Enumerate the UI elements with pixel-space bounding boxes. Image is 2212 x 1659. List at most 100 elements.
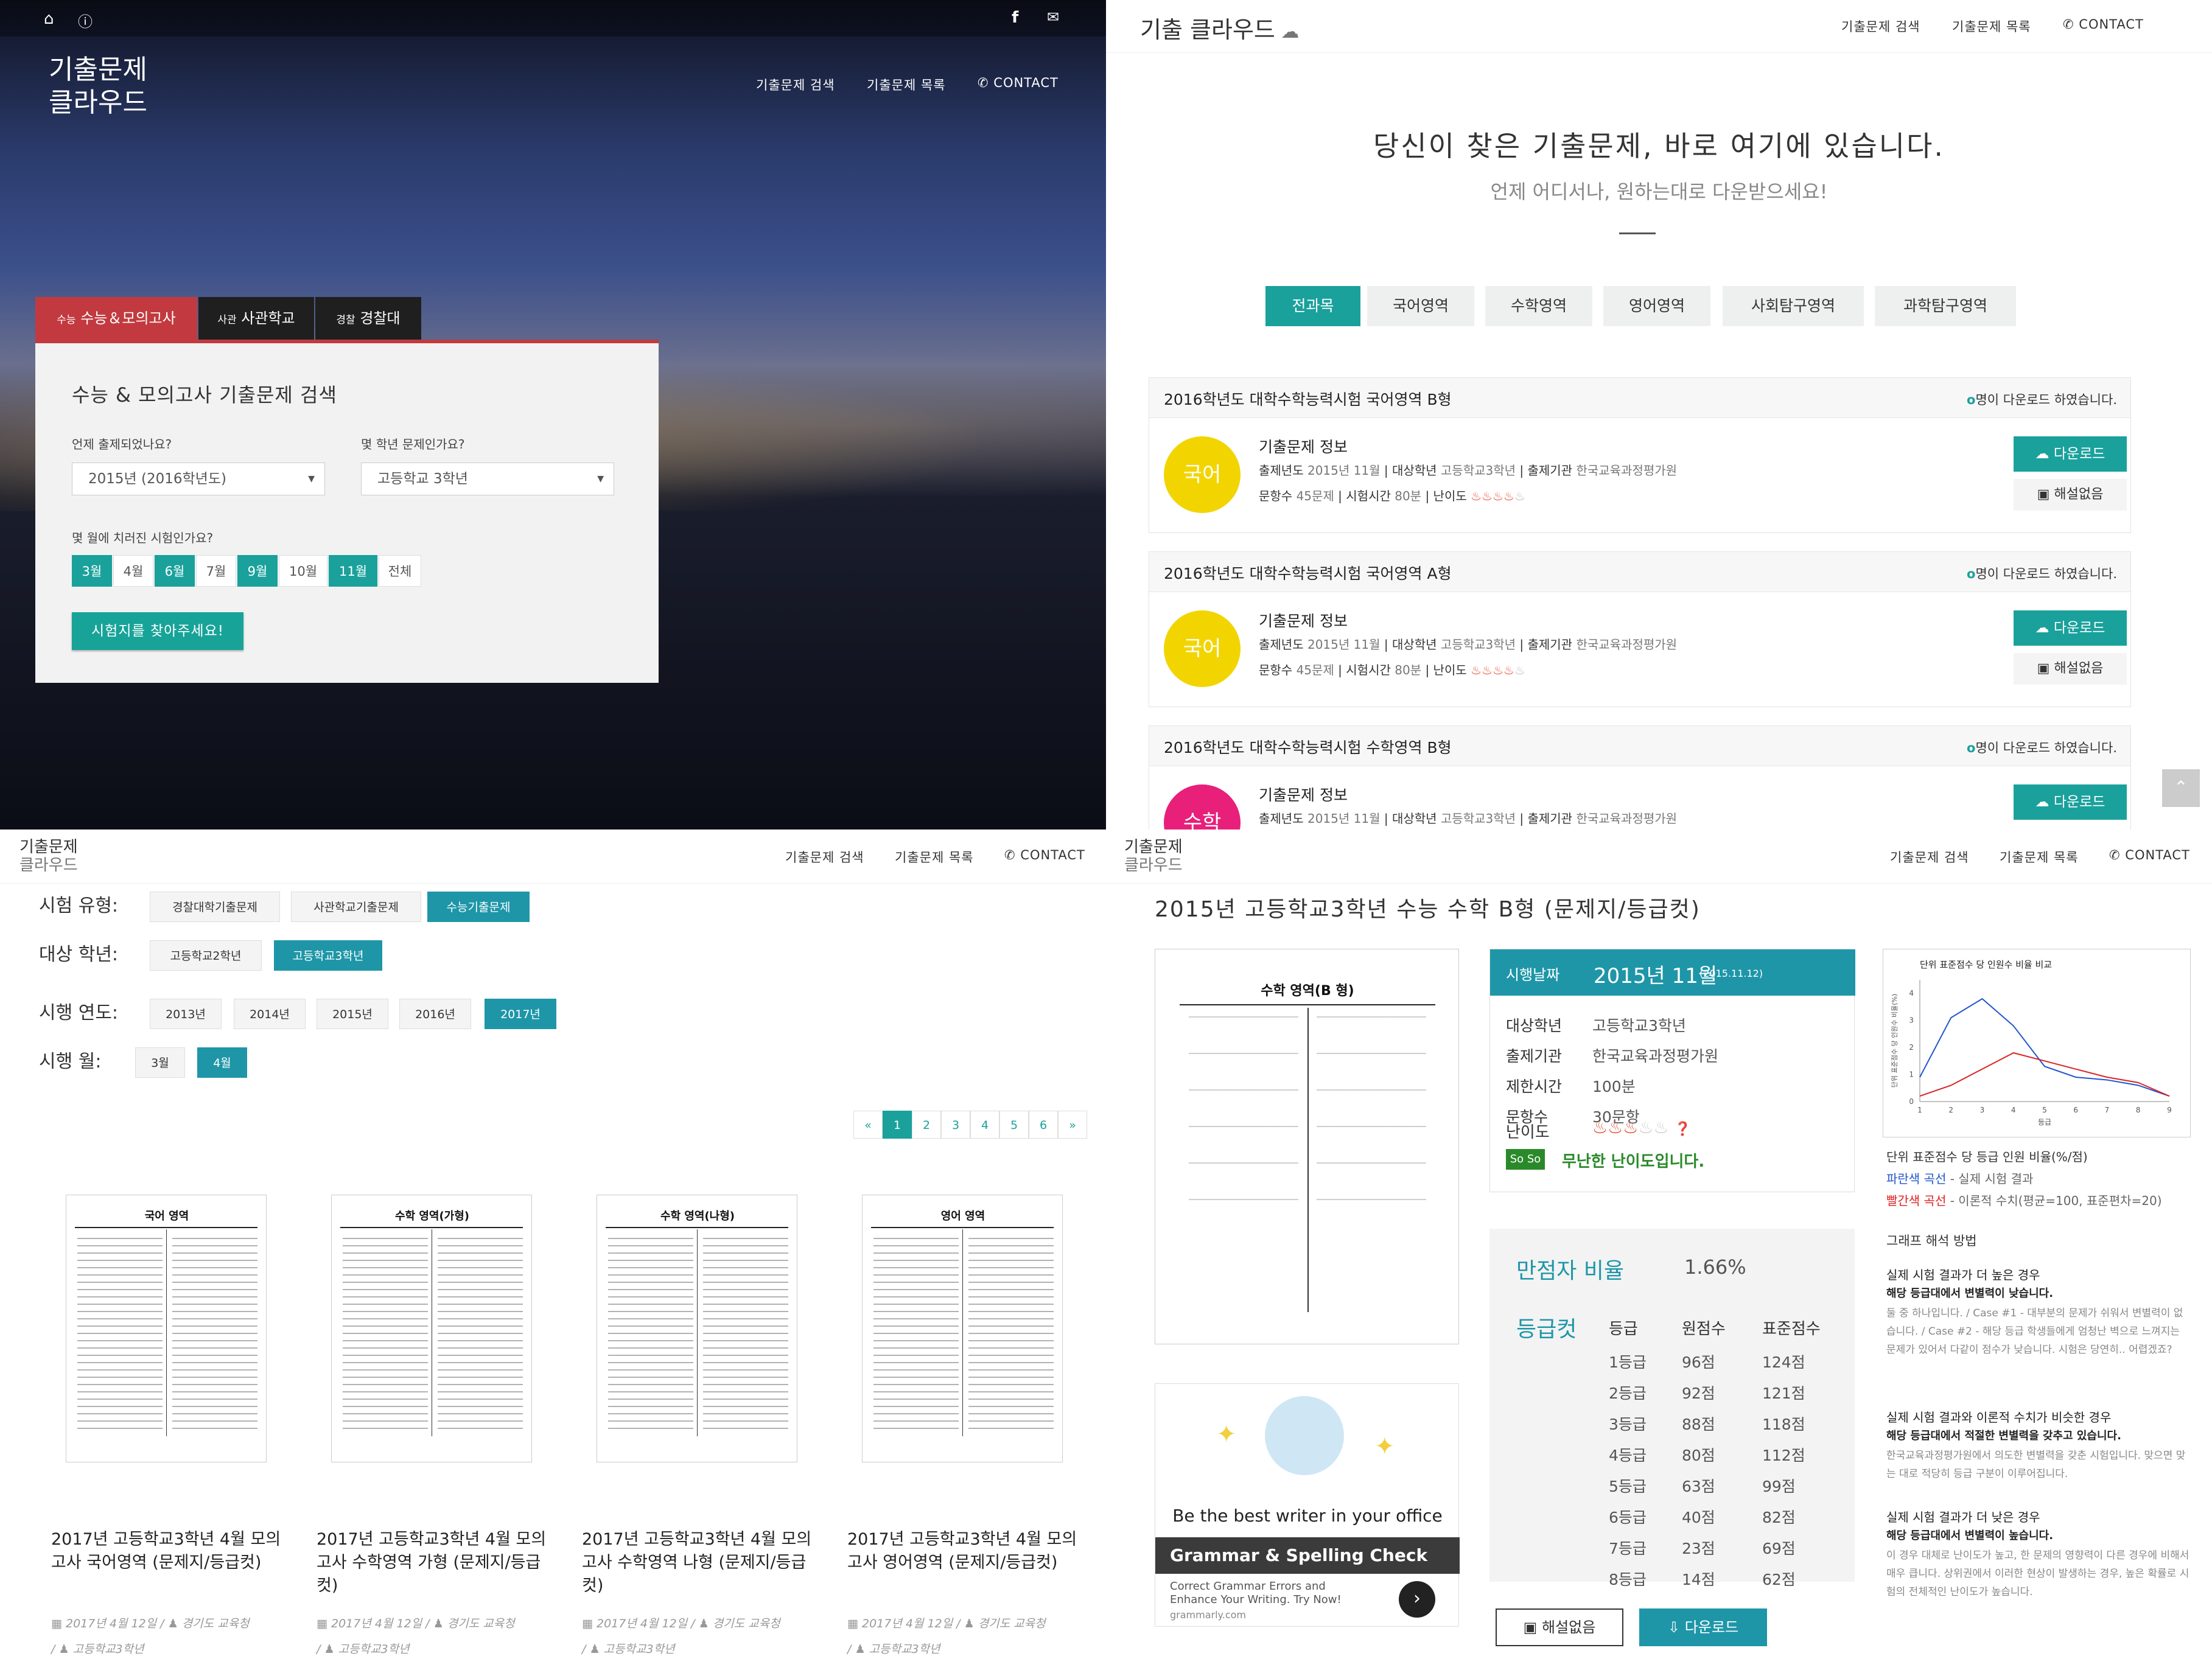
month-button[interactable]: 10월 [279,555,327,587]
filter-option[interactable]: 2013년 [150,999,222,1029]
category-tab[interactable]: 과학탐구영역 [1875,286,2016,326]
home-icon[interactable]: ⌂ [44,10,54,28]
category-tab[interactable]: 영어영역 [1603,286,1710,326]
exam-title[interactable]: 2017년 고등학교3학년 4월 모의고사 수학영역 가형 (문제지/등급컷) [317,1528,557,1598]
nav-list[interactable]: 기출문제 목록 [2000,848,2079,866]
page-link[interactable]: 2 [912,1111,941,1139]
category-tab[interactable]: 사회탐구영역 [1723,286,1864,326]
nav-contact[interactable]: ✆ CONTACT [978,75,1059,90]
exam-title[interactable]: 2017년 고등학교3학년 4월 모의고사 국어영역 (문제지/등급컷) [51,1528,292,1574]
month-button[interactable]: 9월 [237,555,278,587]
solution-button[interactable]: ▣ 해설없음 [1496,1608,1623,1646]
month-button[interactable]: 4월 [113,555,153,587]
card-title[interactable]: 2016학년도 대학수학능력시험 국어영역 A형 [1164,562,1452,584]
solution-button[interactable]: ▣ 해설없음 [2014,479,2127,511]
line-chart: 단위 표준점수 당 인원수 비율 비교1 2 3 4 5 6 7 8 901234등급단위 표준… [1891,959,2172,1126]
year-select[interactable]: 2015년 (2016학년도) ▼ [72,463,325,495]
page-link[interactable]: 5 [999,1111,1029,1139]
nav-list[interactable]: 기출문제 목록 [895,848,974,866]
search-button[interactable]: 시험지를 찾아주세요! [72,612,243,650]
filter-option[interactable]: 고등학교2학년 [150,940,262,971]
logo[interactable]: 기출문제 클라우드 [19,838,78,875]
nav-list[interactable]: 기출문제 목록 [867,75,946,94]
category-tab[interactable]: 전과목 [1265,286,1360,326]
nav-contact[interactable]: ✆ CONTACT [2063,17,2144,32]
download-button[interactable]: ☁ 다운로드 [2014,610,2127,646]
category-tab[interactable]: 국어영역 [1367,286,1474,326]
tab-police[interactable]: 경찰 경찰대 [315,297,421,340]
download-button[interactable]: ☁ 다운로드 [2014,436,2127,472]
info-value: 한국교육과정평가원 [1576,637,1678,652]
cut-cell: 4등급 [1609,1447,1647,1464]
info-icon[interactable]: ⓘ [78,10,93,31]
search-panel: 수능 & 모의고사 기출문제 검색 언제 출제되었나요? 몇 학년 문제인가요?… [35,340,659,683]
thumbnail-doc-title: 영어 영역 [940,1210,985,1223]
tab-sagwan[interactable]: 사관 사관학교 [198,297,314,340]
month-button[interactable]: 11월 [329,555,377,587]
info-box: 시행날짜 2015년 11월 (2015.11.12) 대상학년 고등학교3학년 출… [1489,949,1855,1192]
page-link[interactable]: 1 [883,1111,912,1139]
exam-thumbnail[interactable]: 수학 영역(나형) [597,1195,797,1462]
tab-police-label: 경찰대 [360,310,401,327]
logo[interactable]: 기출문제 클라우드 [1124,838,1183,875]
subject-badge: 수학 [1164,784,1241,830]
logo[interactable]: 기출문제 클라우드 [49,54,147,119]
scroll-top-icon[interactable]: ⌃ [2162,769,2200,807]
filter-option[interactable]: 수능기출문제 [427,892,530,922]
ad-arrow-icon[interactable]: › [1399,1581,1435,1618]
page-link[interactable]: 4 [970,1111,999,1139]
solution-button[interactable]: ▣ 해설없음 [2014,653,2127,685]
tab-suneung[interactable]: 수능 수능＆모의고사 [35,297,197,340]
exam-thumbnail[interactable]: 국어 영역 [66,1195,267,1462]
tab-sagwan-label: 사관학교 [241,310,295,327]
month-button[interactable]: 6월 [155,555,195,587]
filter-option[interactable]: 3월 [135,1047,185,1078]
card-header: 2016학년도 대학수학능력시험 국어영역 A형 o명이 다운로드 하였습니다. [1149,552,2130,592]
info-key: 대상학년 [1391,463,1441,478]
nav-search[interactable]: 기출문제 검색 [1890,848,1969,866]
grade-select[interactable]: 고등학교 3학년 ▼ [361,463,614,495]
filter-option[interactable]: 2015년 [317,999,388,1029]
facebook-icon[interactable]: f [1012,9,1018,27]
download-button[interactable]: ☁ 다운로드 [2014,784,2127,820]
filter-option[interactable]: 2017년 [485,999,556,1029]
info-key: 출제년도 [1259,811,1307,826]
filter-option[interactable]: 경찰대학기출문제 [150,892,280,922]
x-tick-label: 2 [1948,1106,1953,1114]
nav-search[interactable]: 기출문제 검색 [785,848,864,866]
info-value: 45문제 [1296,663,1334,677]
exam-thumbnail[interactable]: 수학 영역(가형) [331,1195,532,1462]
filter-option[interactable]: 고등학교3학년 [274,940,382,971]
filter-option[interactable]: 4월 [197,1047,247,1078]
help-icon[interactable]: ❓ [1674,1122,1690,1137]
exam-card: 2016학년도 대학수학능력시험 국어영역 A형 o명이 다운로드 하였습니다. 국… [1149,551,2131,707]
nav-search[interactable]: 기출문제 검색 [1841,17,1920,35]
nav-list[interactable]: 기출문제 목록 [1952,17,2031,35]
page-link[interactable]: » [1058,1111,1087,1139]
info-sep: | [1334,663,1346,677]
download-button[interactable]: ⇩ 다운로드 [1639,1608,1767,1646]
exam-title[interactable]: 2017년 고등학교3학년 4월 모의고사 수학영역 나형 (문제지/등급컷) [582,1528,822,1598]
exam-thumbnail[interactable]: 영어 영역 [862,1195,1063,1462]
page-link[interactable]: 6 [1029,1111,1058,1139]
page-link[interactable]: 3 [941,1111,970,1139]
card-title[interactable]: 2016학년도 대학수학능력시험 국어영역 B형 [1164,388,1452,410]
nav-search[interactable]: 기출문제 검색 [756,75,835,94]
month-button[interactable]: 3월 [72,555,112,587]
month-button[interactable]: 7월 [196,555,236,587]
exam-title[interactable]: 2017년 고등학교3학년 4월 모의고사 영어영역 (문제지/등급컷) [847,1528,1088,1574]
month-button[interactable]: 전체 [379,555,421,587]
nav-contact[interactable]: ✆ CONTACT [1004,848,1085,862]
filter-option[interactable]: 사관학교기출문제 [291,892,421,922]
category-tab[interactable]: 수학영역 [1485,286,1592,326]
logo[interactable]: 기출 클라우드 ☁ [1140,11,1299,44]
card-title[interactable]: 2016학년도 대학수학능력시험 수학영역 B형 [1164,736,1452,758]
mail-icon[interactable]: ✉ [1047,9,1059,26]
nav-contact[interactable]: ✆ CONTACT [2109,848,2190,862]
filter-option[interactable]: 2014년 [234,999,306,1029]
ad-box[interactable]: ✦ ✦ Be the best writer in your office Gr… [1155,1383,1460,1627]
page-link[interactable]: « [853,1111,883,1139]
exam-preview[interactable]: 수학 영역(B 형) [1155,949,1459,1344]
filter-option[interactable]: 2016년 [399,999,471,1029]
info-sep: | [1516,811,1528,826]
